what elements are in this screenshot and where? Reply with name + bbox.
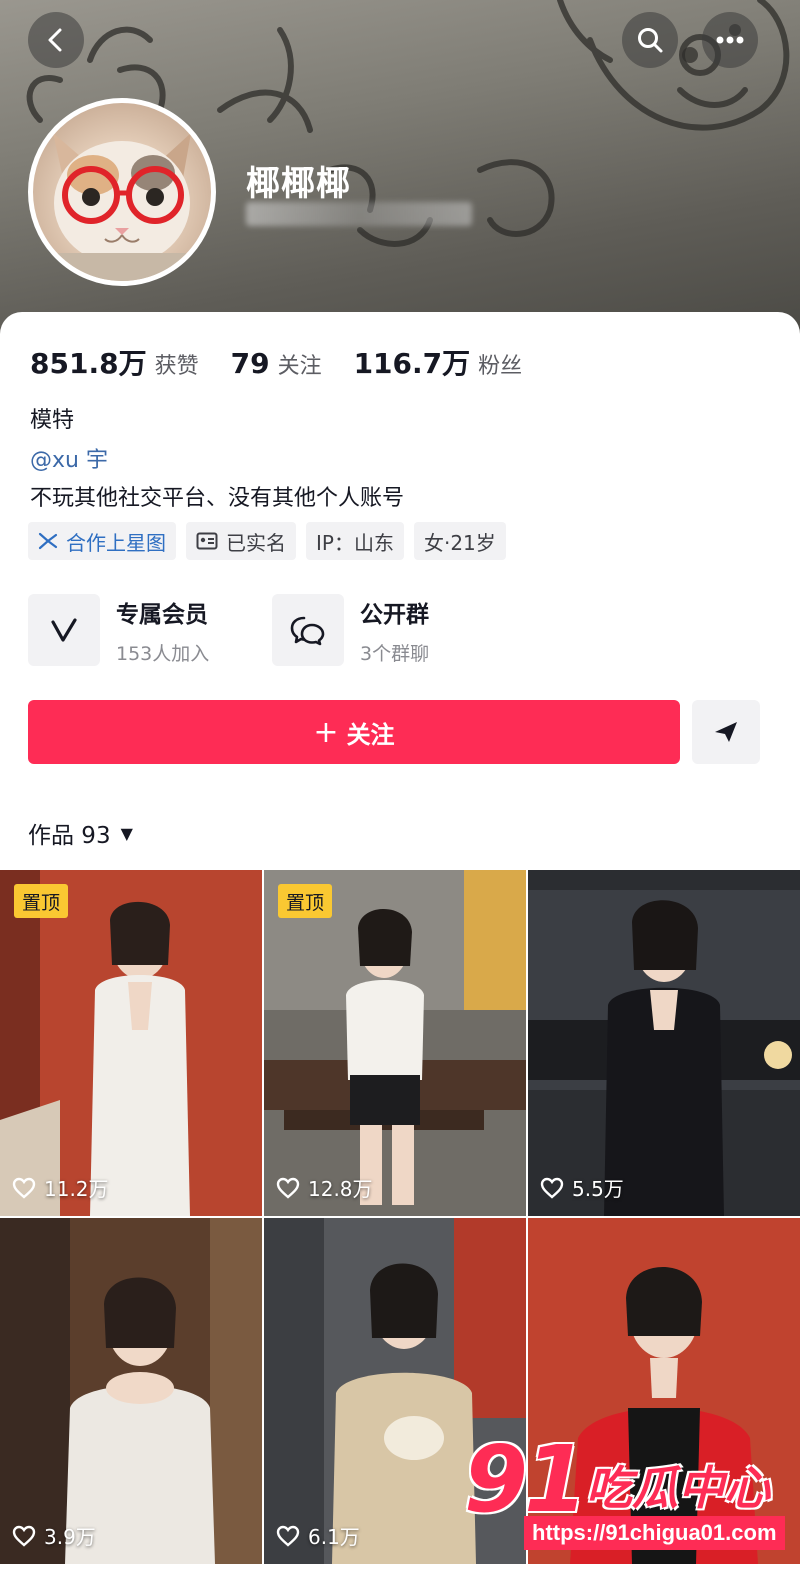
like-count-value: 5.5万	[572, 1177, 624, 1201]
group-chat-icon	[272, 594, 344, 666]
chevron-left-icon	[48, 28, 62, 52]
like-count: 3.9万	[12, 1521, 96, 1550]
video-tile[interactable]: 5.5万	[528, 870, 800, 1216]
tag-label: 已实名	[226, 530, 286, 555]
stat-label: 粉丝	[478, 354, 523, 379]
tag-star-map[interactable]: 合作上星图	[28, 522, 176, 560]
search-icon	[638, 28, 663, 53]
video-tile[interactable]: 3.9万	[0, 1218, 262, 1564]
cat-with-glasses-avatar-image	[43, 133, 201, 281]
tag-ip-location: IP：山东	[306, 522, 404, 560]
like-count: 6.1万	[276, 1521, 360, 1550]
avatar[interactable]	[28, 98, 216, 286]
plus-icon: +	[313, 714, 339, 750]
stat-label: 获赞	[154, 354, 199, 379]
heart-outline-icon	[12, 1525, 36, 1547]
tag-gender-age: 女·21岁	[413, 522, 506, 560]
feature-subtitle: 3个群聊	[360, 642, 430, 665]
more-options-button[interactable]	[702, 12, 758, 68]
stat-likes[interactable]: 851.8万 获赞	[30, 342, 199, 382]
feature-title: 专属会员	[116, 601, 208, 628]
like-count: 5.5万	[540, 1173, 624, 1202]
video-thumbnail-image	[0, 1218, 262, 1564]
public-group-entry[interactable]: 公开群 3个群聊	[272, 594, 429, 666]
video-tile[interactable]: 置顶 11.2万	[0, 870, 262, 1216]
profile-stats: 851.8万 获赞 79 关注 116.7万 粉丝	[30, 342, 554, 382]
id-card-icon	[196, 532, 218, 550]
video-thumbnail-image	[0, 870, 262, 1216]
like-count-value: 11.2万	[44, 1177, 109, 1201]
like-count: 12.8万	[276, 1173, 373, 1202]
vip-v-icon	[28, 594, 100, 666]
profile-nickname: 椰椰椰	[246, 164, 351, 204]
stat-value: 116.7万	[353, 347, 471, 380]
like-count-value: 3.9万	[44, 1525, 96, 1549]
star-map-icon	[38, 532, 58, 550]
video-thumbnail-image	[264, 870, 526, 1216]
follow-label: 关注	[346, 720, 395, 749]
heart-outline-icon	[12, 1177, 36, 1199]
pinned-badge: 置顶	[14, 884, 69, 918]
tag-label: 女·21岁	[423, 530, 496, 555]
watermark-logo-text: 吃瓜中心	[586, 1461, 770, 1515]
profile-tags: 合作上星图 已实名 IP：山东 女·21岁	[28, 522, 516, 560]
works-tab[interactable]: 作品 93 ▼	[28, 816, 133, 850]
heart-outline-icon	[540, 1177, 564, 1199]
heart-outline-icon	[276, 1525, 300, 1547]
membership-entry[interactable]: 专属会员 153人加入	[28, 594, 209, 666]
bio-text: 不玩其他社交平台、没有其他个人账号	[30, 486, 405, 511]
search-button[interactable]	[622, 12, 678, 68]
like-count-value: 6.1万	[308, 1525, 360, 1549]
heart-outline-icon	[276, 1177, 300, 1199]
works-tab-label: 作品 93	[28, 823, 111, 849]
follow-button[interactable]: + 关注	[28, 700, 680, 764]
pinned-badge: 置顶	[278, 884, 333, 918]
bio-occupation: 模特	[30, 408, 75, 433]
watermark-url: https://91chigua01.com	[524, 1516, 785, 1550]
stat-value: 79	[230, 347, 270, 380]
tag-verified[interactable]: 已实名	[186, 522, 296, 560]
send-arrow-icon	[715, 722, 737, 742]
video-tile[interactable]: 置顶 12.8万	[264, 870, 526, 1216]
stat-label: 关注	[277, 354, 322, 379]
blurred-account-id	[246, 202, 472, 226]
caret-down-icon: ▼	[120, 823, 133, 843]
stat-value: 851.8万	[30, 347, 147, 380]
share-button[interactable]	[692, 700, 760, 764]
feature-title: 公开群	[360, 601, 429, 628]
more-dots-icon	[716, 36, 744, 44]
stat-following[interactable]: 79 关注	[231, 347, 322, 380]
feature-subtitle: 153人加入	[116, 642, 210, 665]
tag-label: IP：山东	[316, 530, 394, 555]
like-count: 11.2万	[12, 1173, 109, 1202]
video-thumbnail-image	[528, 870, 800, 1216]
back-button[interactable]	[28, 12, 84, 68]
like-count-value: 12.8万	[308, 1177, 373, 1201]
stat-followers[interactable]: 116.7万 粉丝	[354, 342, 523, 382]
profile-cover: 椰椰椰	[0, 0, 800, 340]
tag-label: 合作上星图	[66, 530, 166, 555]
bio-mention-link[interactable]: @xu 宇	[30, 442, 108, 474]
